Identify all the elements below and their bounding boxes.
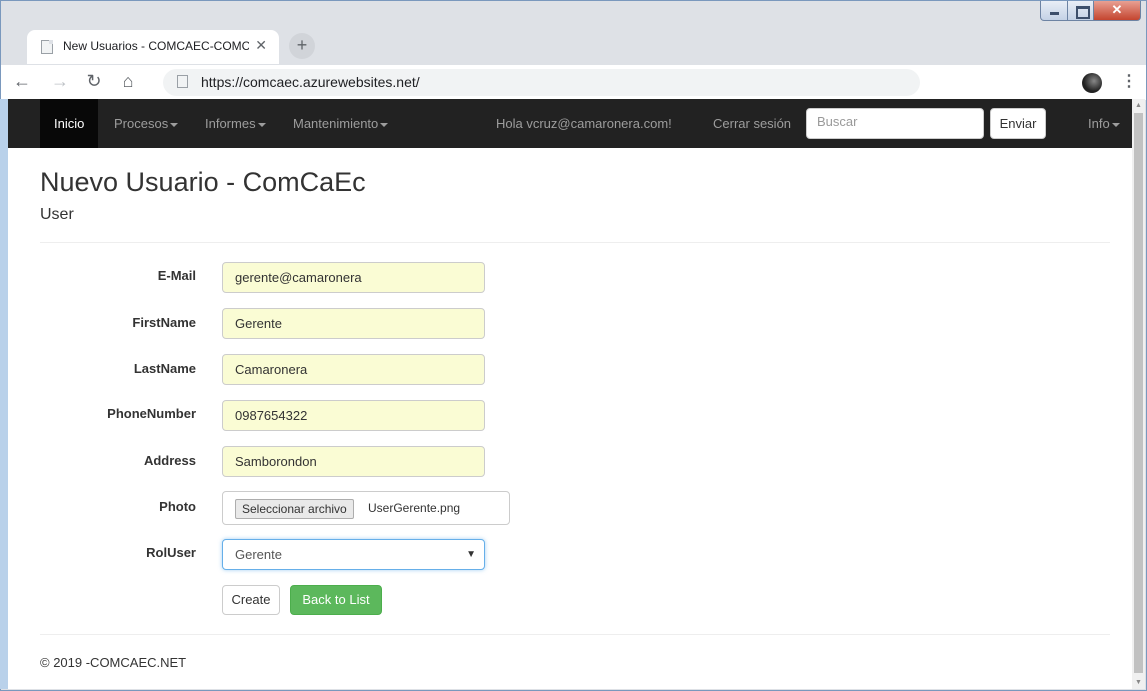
rol-label: RolUser xyxy=(146,545,196,560)
rol-selected-value: Gerente xyxy=(235,547,282,562)
page-viewport: Inicio Procesos Informes Mantenimiento H… xyxy=(8,99,1132,689)
photo-file-input[interactable]: Seleccionar archivo UserGerente.png xyxy=(222,491,510,525)
email-field[interactable]: gerente@camaronera xyxy=(222,262,485,293)
photo-label: Photo xyxy=(159,499,196,514)
scroll-down-arrow-icon[interactable]: ▼ xyxy=(1135,679,1142,686)
browser-tab[interactable]: New Usuarios - COMCAEC-COMCAEC ✕ xyxy=(27,30,279,64)
back-arrow-icon[interactable]: ← xyxy=(11,71,33,92)
back-to-list-button[interactable]: Back to List xyxy=(290,585,382,615)
phone-field[interactable]: 0987654322 xyxy=(222,400,485,431)
browser-toolbar: ← → ↻ ⌂ https://comcaec.azurewebsites.ne… xyxy=(1,65,1146,100)
nav-mantenimiento-label: Mantenimiento xyxy=(293,116,379,131)
rol-select[interactable]: Gerente ▼ xyxy=(222,539,485,570)
minimize-button[interactable] xyxy=(1040,1,1068,21)
nav-procesos-label: Procesos xyxy=(114,116,169,131)
address-field[interactable]: Samborondon xyxy=(222,446,485,477)
create-button[interactable]: Create xyxy=(222,585,280,615)
caret-down-icon xyxy=(1111,122,1120,127)
reload-icon[interactable]: ↻ xyxy=(83,71,105,92)
tab-title: New Usuarios - COMCAEC-COMCAEC xyxy=(63,39,249,53)
menu-kebab-icon[interactable]: ⋮ xyxy=(1121,71,1137,91)
footer-copyright: © 2019 -COMCAEC.NET xyxy=(40,655,187,670)
footer-divider xyxy=(40,634,1110,635)
search-submit-button[interactable]: Enviar xyxy=(990,108,1046,139)
page-scrollbar[interactable]: ▲ ▼ xyxy=(1132,99,1145,689)
nav-mantenimiento[interactable]: Mantenimiento xyxy=(293,99,389,148)
nav-info[interactable]: Info xyxy=(1088,99,1120,148)
caret-down-icon xyxy=(257,122,266,127)
page-subtitle: User xyxy=(40,206,74,223)
dropdown-arrow-icon: ▼ xyxy=(466,549,476,560)
page-title: Nuevo Usuario - ComCaEc xyxy=(40,167,366,197)
page-favicon-icon xyxy=(41,40,53,54)
phone-label: PhoneNumber xyxy=(107,406,196,421)
scroll-up-arrow-icon[interactable]: ▲ xyxy=(1135,102,1142,109)
nav-informes-label: Informes xyxy=(205,116,256,131)
home-icon[interactable]: ⌂ xyxy=(117,71,139,92)
new-tab-button[interactable]: + xyxy=(289,33,315,59)
nav-procesos[interactable]: Procesos xyxy=(114,99,179,148)
close-window-button[interactable]: ✕ xyxy=(1093,1,1141,21)
nav-inicio[interactable]: Inicio xyxy=(40,99,99,148)
address-bar[interactable]: https://comcaec.azurewebsites.net/ xyxy=(163,69,920,96)
nav-informes[interactable]: Informes xyxy=(205,99,266,148)
choose-file-button[interactable]: Seleccionar archivo xyxy=(235,499,354,519)
site-navbar: Inicio Procesos Informes Mantenimiento H… xyxy=(8,99,1132,148)
scrollbar-thumb[interactable] xyxy=(1134,113,1143,673)
url-text: https://comcaec.azurewebsites.net/ xyxy=(201,74,420,90)
lastname-label: LastName xyxy=(133,361,196,376)
firstname-label: FirstName xyxy=(132,315,196,330)
forward-arrow-icon[interactable]: → xyxy=(49,71,71,92)
maximize-button[interactable] xyxy=(1067,1,1094,21)
lastname-field[interactable]: Camaronera xyxy=(222,354,485,385)
caret-down-icon xyxy=(380,122,389,127)
page-info-icon[interactable] xyxy=(177,75,188,88)
nav-info-label: Info xyxy=(1088,116,1110,131)
divider xyxy=(40,242,1110,243)
window-left-edge xyxy=(0,99,8,689)
firstname-field[interactable]: Gerente xyxy=(222,308,485,339)
selected-file-name: UserGerente.png xyxy=(368,501,461,515)
email-label: E-Mail xyxy=(157,268,196,283)
user-greeting-link[interactable]: Hola vcruz@camaronera.com! xyxy=(496,99,672,148)
tab-close-icon[interactable]: ✕ xyxy=(255,37,267,54)
tab-strip: New Usuarios - COMCAEC-COMCAEC ✕ + ✕ xyxy=(1,1,1146,65)
profile-avatar[interactable] xyxy=(1082,73,1102,93)
logout-link[interactable]: Cerrar sesión xyxy=(713,99,791,148)
search-input[interactable]: Buscar xyxy=(806,108,984,139)
address-label: Address xyxy=(143,453,196,468)
caret-down-icon xyxy=(170,122,179,127)
